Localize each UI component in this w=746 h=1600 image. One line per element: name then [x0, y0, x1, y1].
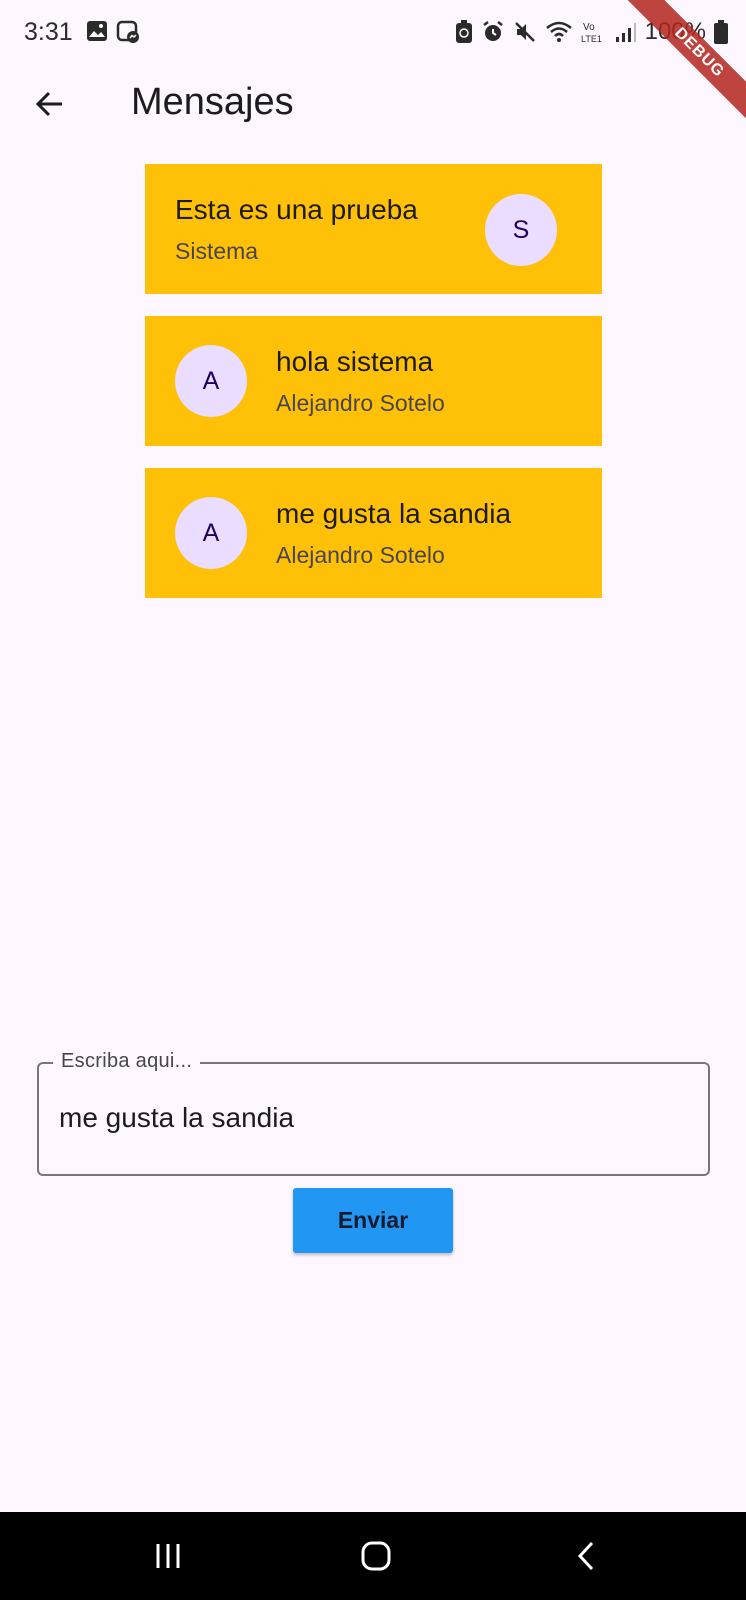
app-bar: Mensajes	[0, 66, 746, 138]
battery-icon	[714, 20, 728, 44]
message-list: Esta es una prueba Sistema S A hola sist…	[145, 164, 602, 620]
svg-text:Vo: Vo	[583, 22, 595, 33]
message-input[interactable]	[59, 1102, 679, 1134]
message-author: Alejandro Sotelo	[276, 390, 445, 416]
mute-icon	[513, 20, 537, 44]
avatar: S	[485, 194, 557, 266]
back-nav-button[interactable]	[562, 1534, 610, 1578]
signal-icon	[615, 20, 637, 44]
arrow-back-icon	[35, 91, 62, 117]
alarm-icon	[481, 20, 505, 44]
chevron-left-icon	[577, 1541, 594, 1571]
message-text: Esta es una prueba	[175, 194, 418, 225]
message-input-label: Escriba aqui...	[53, 1050, 201, 1073]
wifi-icon	[545, 20, 573, 44]
svg-text:LTE1: LTE1	[581, 34, 602, 44]
message-author: Alejandro Sotelo	[276, 542, 445, 568]
home-icon	[361, 1541, 391, 1571]
status-time: 3:31	[24, 18, 73, 46]
message-text: hola sistema	[276, 346, 434, 377]
send-button[interactable]: Enviar	[293, 1188, 453, 1253]
message-card: A me gusta la sandia Alejandro Sotelo	[145, 468, 602, 598]
status-bar: 3:31 VoLTE1 100% DEBUG	[0, 0, 746, 130]
recent-apps-icon	[156, 1544, 180, 1568]
messenger-icon	[116, 20, 140, 49]
back-button[interactable]	[26, 80, 74, 128]
home-button[interactable]	[352, 1534, 400, 1578]
page-title: Mensajes	[131, 81, 294, 123]
message-input-container: Escriba aqui...	[37, 1050, 710, 1176]
volte-icon: Vo LTE1	[581, 19, 607, 45]
message-card: A hola sistema Alejandro Sotelo	[145, 316, 602, 446]
avatar: A	[175, 497, 247, 569]
message-author: Sistema	[175, 238, 259, 264]
message-card: Esta es una prueba Sistema S	[145, 164, 602, 294]
message-text: me gusta la sandia	[276, 498, 512, 529]
avatar: A	[175, 345, 247, 417]
recycle-icon	[455, 20, 473, 44]
image-icon	[86, 20, 108, 49]
recent-apps-button[interactable]	[144, 1534, 192, 1578]
system-nav-bar	[0, 1512, 746, 1600]
